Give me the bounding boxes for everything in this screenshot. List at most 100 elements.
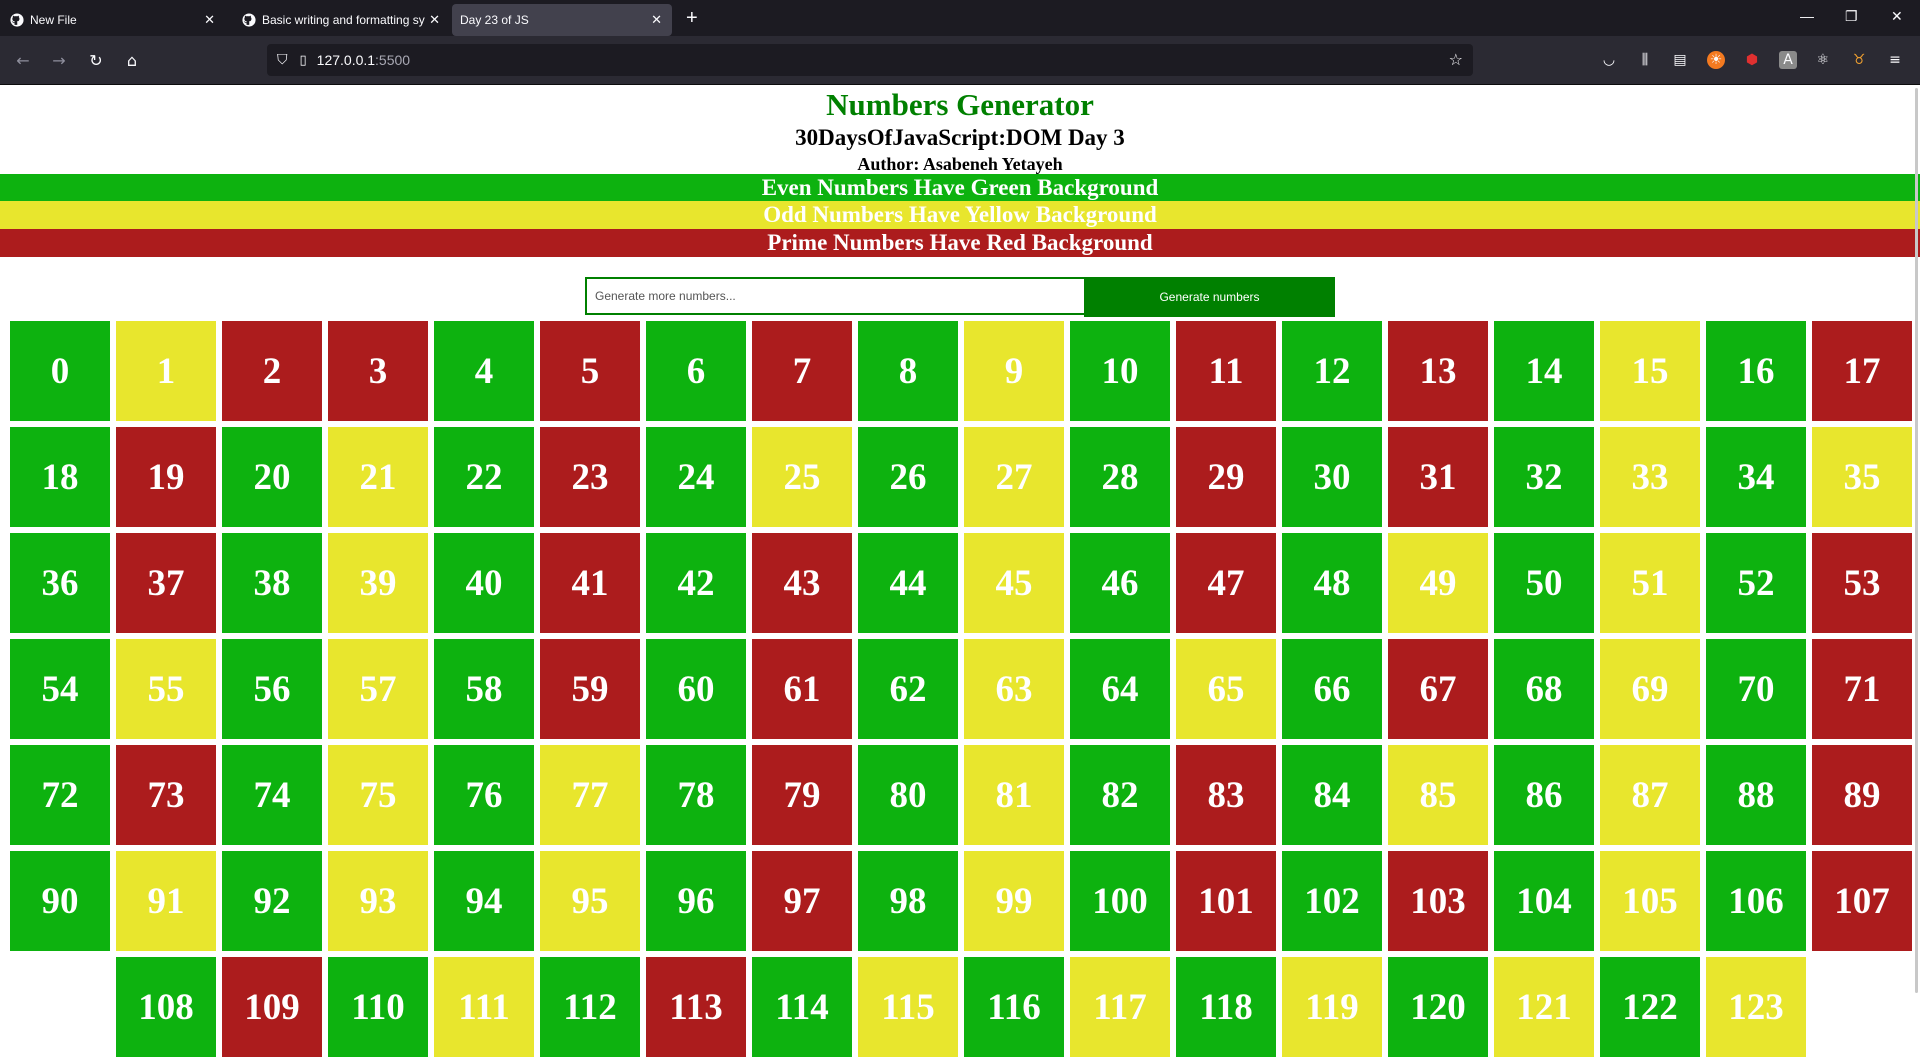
generate-numbers-button[interactable]: Generate numbers xyxy=(1084,277,1335,317)
number-cell: 51 xyxy=(1600,533,1700,633)
sidebar-icon[interactable]: ▤ xyxy=(1671,51,1689,69)
legend-even: Even Numbers Have Green Background xyxy=(0,174,1920,202)
legend-odd: Odd Numbers Have Yellow Background xyxy=(0,201,1920,229)
react-devtools-icon[interactable]: ⚛ xyxy=(1814,51,1832,69)
number-cell: 113 xyxy=(646,957,746,1057)
number-cell: 11 xyxy=(1176,321,1276,421)
bookmark-star-icon[interactable]: ☆ xyxy=(1449,50,1463,69)
ublock-icon[interactable]: ⬢ xyxy=(1743,51,1761,69)
home-icon[interactable]: ⌂ xyxy=(120,48,144,72)
forward-icon[interactable]: → xyxy=(47,48,71,72)
library-icon[interactable]: ⫼ xyxy=(1636,51,1654,69)
number-cell: 52 xyxy=(1706,533,1806,633)
tab-basic-writing[interactable]: Basic writing and formatting sy ✕ xyxy=(232,4,450,36)
number-cell: 97 xyxy=(752,851,852,951)
new-tab-button[interactable]: + xyxy=(686,6,698,30)
tab-new-file[interactable]: New File ✕ xyxy=(0,4,225,36)
url-text[interactable]: 127.0.0.1:5500 xyxy=(317,52,410,68)
number-cell: 17 xyxy=(1812,321,1912,421)
number-cell: 82 xyxy=(1070,745,1170,845)
number-cell: 12 xyxy=(1282,321,1382,421)
number-cell: 121 xyxy=(1494,957,1594,1057)
scrollbar[interactable] xyxy=(1915,88,1918,993)
number-cell: 69 xyxy=(1600,639,1700,739)
tab-day-23[interactable]: Day 23 of JS ✕ xyxy=(452,4,672,36)
number-cell: 24 xyxy=(646,427,746,527)
number-cell: 41 xyxy=(540,533,640,633)
number-cell: 57 xyxy=(328,639,428,739)
number-cell: 92 xyxy=(222,851,322,951)
number-grid: 0 1 2 3 4 5 6 7 8 9 10 11 12 13 14 15 16 17 18 19 20 21 22 23 24… xyxy=(9,321,1913,1057)
number-cell: 107 xyxy=(1812,851,1912,951)
close-icon[interactable]: ✕ xyxy=(429,12,440,28)
extension-gray-icon[interactable]: A xyxy=(1779,51,1797,69)
number-cell: 85 xyxy=(1388,745,1488,845)
number-cell: 108 xyxy=(116,957,216,1057)
number-cell: 0 xyxy=(10,321,110,421)
tab-bar: New File ✕ Basic writing and formatting … xyxy=(0,0,1920,36)
close-icon[interactable]: ✕ xyxy=(204,12,215,28)
reload-icon[interactable]: ↻ xyxy=(84,48,108,72)
number-cell: 15 xyxy=(1600,321,1700,421)
number-cell: 6 xyxy=(646,321,746,421)
number-cell: 112 xyxy=(540,957,640,1057)
shield-icon[interactable]: ⛉ xyxy=(277,52,288,68)
number-cell: 44 xyxy=(858,533,958,633)
github-icon xyxy=(10,13,24,27)
number-cell: 77 xyxy=(540,745,640,845)
number-cell: 21 xyxy=(328,427,428,527)
number-cell: 18 xyxy=(10,427,110,527)
number-cell: 109 xyxy=(222,957,322,1057)
number-cell: 103 xyxy=(1388,851,1488,951)
number-cell: 53 xyxy=(1812,533,1912,633)
number-cell: 117 xyxy=(1070,957,1170,1057)
number-cell: 99 xyxy=(964,851,1064,951)
number-cell: 71 xyxy=(1812,639,1912,739)
number-cell: 122 xyxy=(1600,957,1700,1057)
restore-icon[interactable]: ❐ xyxy=(1845,8,1858,25)
number-cell: 54 xyxy=(10,639,110,739)
number-cell: 123 xyxy=(1706,957,1806,1057)
number-cell: 50 xyxy=(1494,533,1594,633)
number-cell: 86 xyxy=(1494,745,1594,845)
number-cell: 34 xyxy=(1706,427,1806,527)
number-cell: 47 xyxy=(1176,533,1276,633)
number-input[interactable] xyxy=(585,277,1095,315)
github-icon xyxy=(242,13,256,27)
number-cell: 58 xyxy=(434,639,534,739)
number-cell: 30 xyxy=(1282,427,1382,527)
number-cell: 39 xyxy=(328,533,428,633)
minimize-icon[interactable]: — xyxy=(1800,8,1814,24)
number-cell: 38 xyxy=(222,533,322,633)
number-cell: 55 xyxy=(116,639,216,739)
number-cell: 43 xyxy=(752,533,852,633)
number-cell: 96 xyxy=(646,851,746,951)
number-cell: 87 xyxy=(1600,745,1700,845)
pocket-icon[interactable]: ◡ xyxy=(1600,51,1618,69)
number-cell: 89 xyxy=(1812,745,1912,845)
number-cell: 79 xyxy=(752,745,852,845)
number-cell: 111 xyxy=(434,957,534,1057)
number-cell: 33 xyxy=(1600,427,1700,527)
number-cell: 78 xyxy=(646,745,746,845)
number-cell: 20 xyxy=(222,427,322,527)
number-cell: 94 xyxy=(434,851,534,951)
number-cell: 68 xyxy=(1494,639,1594,739)
number-cell: 60 xyxy=(646,639,746,739)
url-port: :5500 xyxy=(375,52,411,68)
close-icon[interactable]: ✕ xyxy=(651,12,662,28)
number-cell: 27 xyxy=(964,427,1064,527)
metamask-icon[interactable]: ♉ xyxy=(1850,51,1868,69)
close-window-icon[interactable]: ✕ xyxy=(1891,8,1903,25)
menu-icon[interactable]: ≡ xyxy=(1886,51,1904,69)
number-cell: 114 xyxy=(752,957,852,1057)
legend-prime: Prime Numbers Have Red Background xyxy=(0,229,1920,257)
extension-orange-icon[interactable]: ☀ xyxy=(1707,51,1725,69)
page-icon[interactable]: ▯ xyxy=(300,53,307,68)
number-cell: 110 xyxy=(328,957,428,1057)
url-bar[interactable]: ⛉ ▯ 127.0.0.1:5500 ☆ xyxy=(267,44,1473,76)
number-cell: 22 xyxy=(434,427,534,527)
number-cell: 65 xyxy=(1176,639,1276,739)
number-cell: 101 xyxy=(1176,851,1276,951)
back-icon[interactable]: ← xyxy=(11,48,35,72)
